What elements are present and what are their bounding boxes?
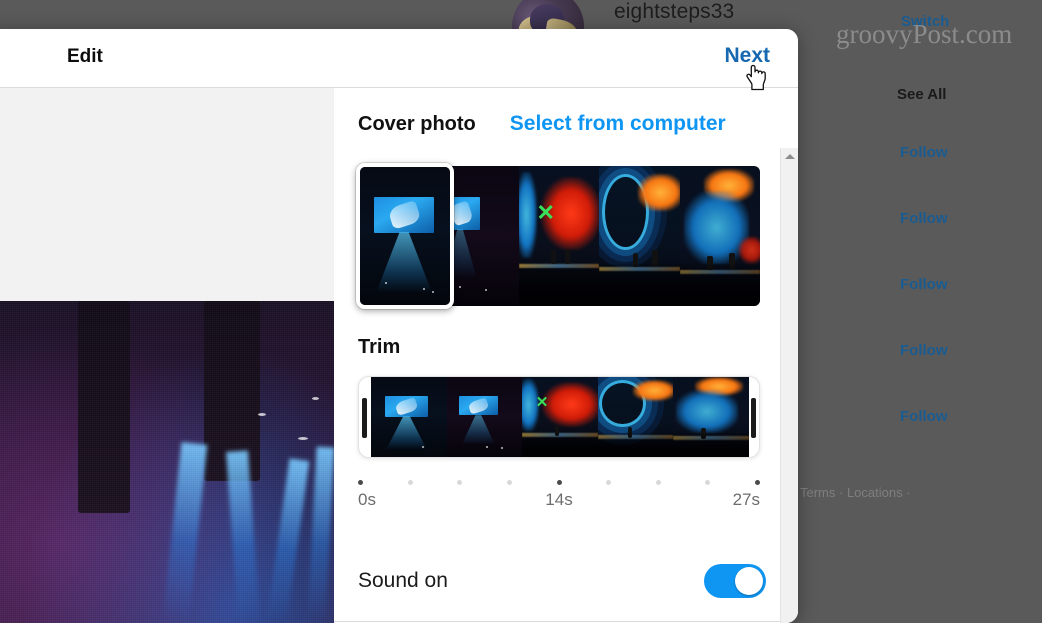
toggle-knob	[735, 566, 763, 595]
sound-row: Sound on	[334, 540, 798, 622]
trim-end-label: 27s	[732, 490, 760, 509]
see-all-link[interactable]: See All	[897, 86, 946, 103]
modal-header: Edit Next	[0, 29, 798, 88]
trim-frame-1[interactable]	[371, 377, 447, 457]
sound-toggle[interactable]	[704, 563, 766, 598]
trim-handle-left[interactable]	[362, 398, 367, 438]
timeline-tick-1	[358, 480, 363, 485]
modal-title: Edit	[67, 46, 103, 67]
select-from-computer-link[interactable]: Select from computer	[510, 112, 726, 136]
cover-frame-4[interactable]	[599, 166, 680, 306]
timeline-tick-4	[506, 480, 512, 485]
follow-button-4[interactable]: Follow	[900, 342, 948, 359]
timeline-tick-5	[556, 480, 562, 485]
scroll-up-arrow-icon[interactable]	[781, 148, 798, 165]
timeline-tick-3	[457, 480, 463, 485]
follow-button-5[interactable]: Follow	[900, 408, 948, 425]
timeline-tick-2	[407, 480, 413, 485]
timeline-tick-6	[606, 480, 612, 485]
cover-photo-section-header: Cover photo Select from computer	[334, 88, 798, 136]
trim-frame-3[interactable]: ✕	[522, 377, 598, 457]
cover-frame-5[interactable]	[679, 166, 760, 306]
trim-frame-5[interactable]	[673, 377, 749, 457]
preview-art-grain	[0, 301, 334, 623]
trim-filmstrip[interactable]: ✕	[371, 377, 749, 457]
sound-label: Sound on	[358, 568, 448, 592]
timeline-tick-8	[705, 480, 711, 485]
profile-username: eightsteps33	[614, 0, 735, 23]
trim-track[interactable]: ✕	[358, 376, 760, 458]
site-watermark: groovyPost.com	[836, 19, 1013, 49]
timeline-tick-7	[655, 480, 661, 485]
follow-button-3[interactable]: Follow	[900, 276, 948, 293]
follow-button-2[interactable]: Follow	[900, 210, 948, 227]
cover-frame-3[interactable]: ✕	[518, 166, 600, 306]
trim-frame-2[interactable]	[446, 377, 523, 457]
timeline-tick-9	[755, 480, 760, 485]
next-button[interactable]: Next	[724, 44, 770, 68]
modal-body: Cover photo Select from computer ✕ Trim …	[0, 88, 798, 623]
follow-button-1[interactable]: Follow	[900, 144, 948, 161]
trim-heading: Trim	[358, 336, 401, 358]
trim-timeline-labels: 0s 14s 27s	[358, 490, 760, 514]
trim-frame-4[interactable]	[597, 377, 674, 457]
video-preview-pane	[0, 88, 334, 623]
trim-timeline-ticks	[358, 476, 760, 490]
edit-video-modal: Edit Next Cover photo Select from comput…	[0, 29, 798, 623]
edit-controls-pane: Cover photo Select from computer ✕ Trim …	[334, 88, 798, 623]
trim-start-label: 0s	[358, 490, 376, 509]
video-preview[interactable]	[0, 301, 334, 623]
modal-scrollbar[interactable]	[780, 148, 798, 623]
cover-photo-selected-frame[interactable]	[356, 163, 454, 309]
trim-handle-right[interactable]	[751, 398, 756, 438]
footer-links[interactable]: Terms · Locations ·	[800, 485, 911, 500]
trim-mid-label: 14s	[545, 490, 573, 509]
cover-photo-heading: Cover photo	[358, 113, 476, 135]
